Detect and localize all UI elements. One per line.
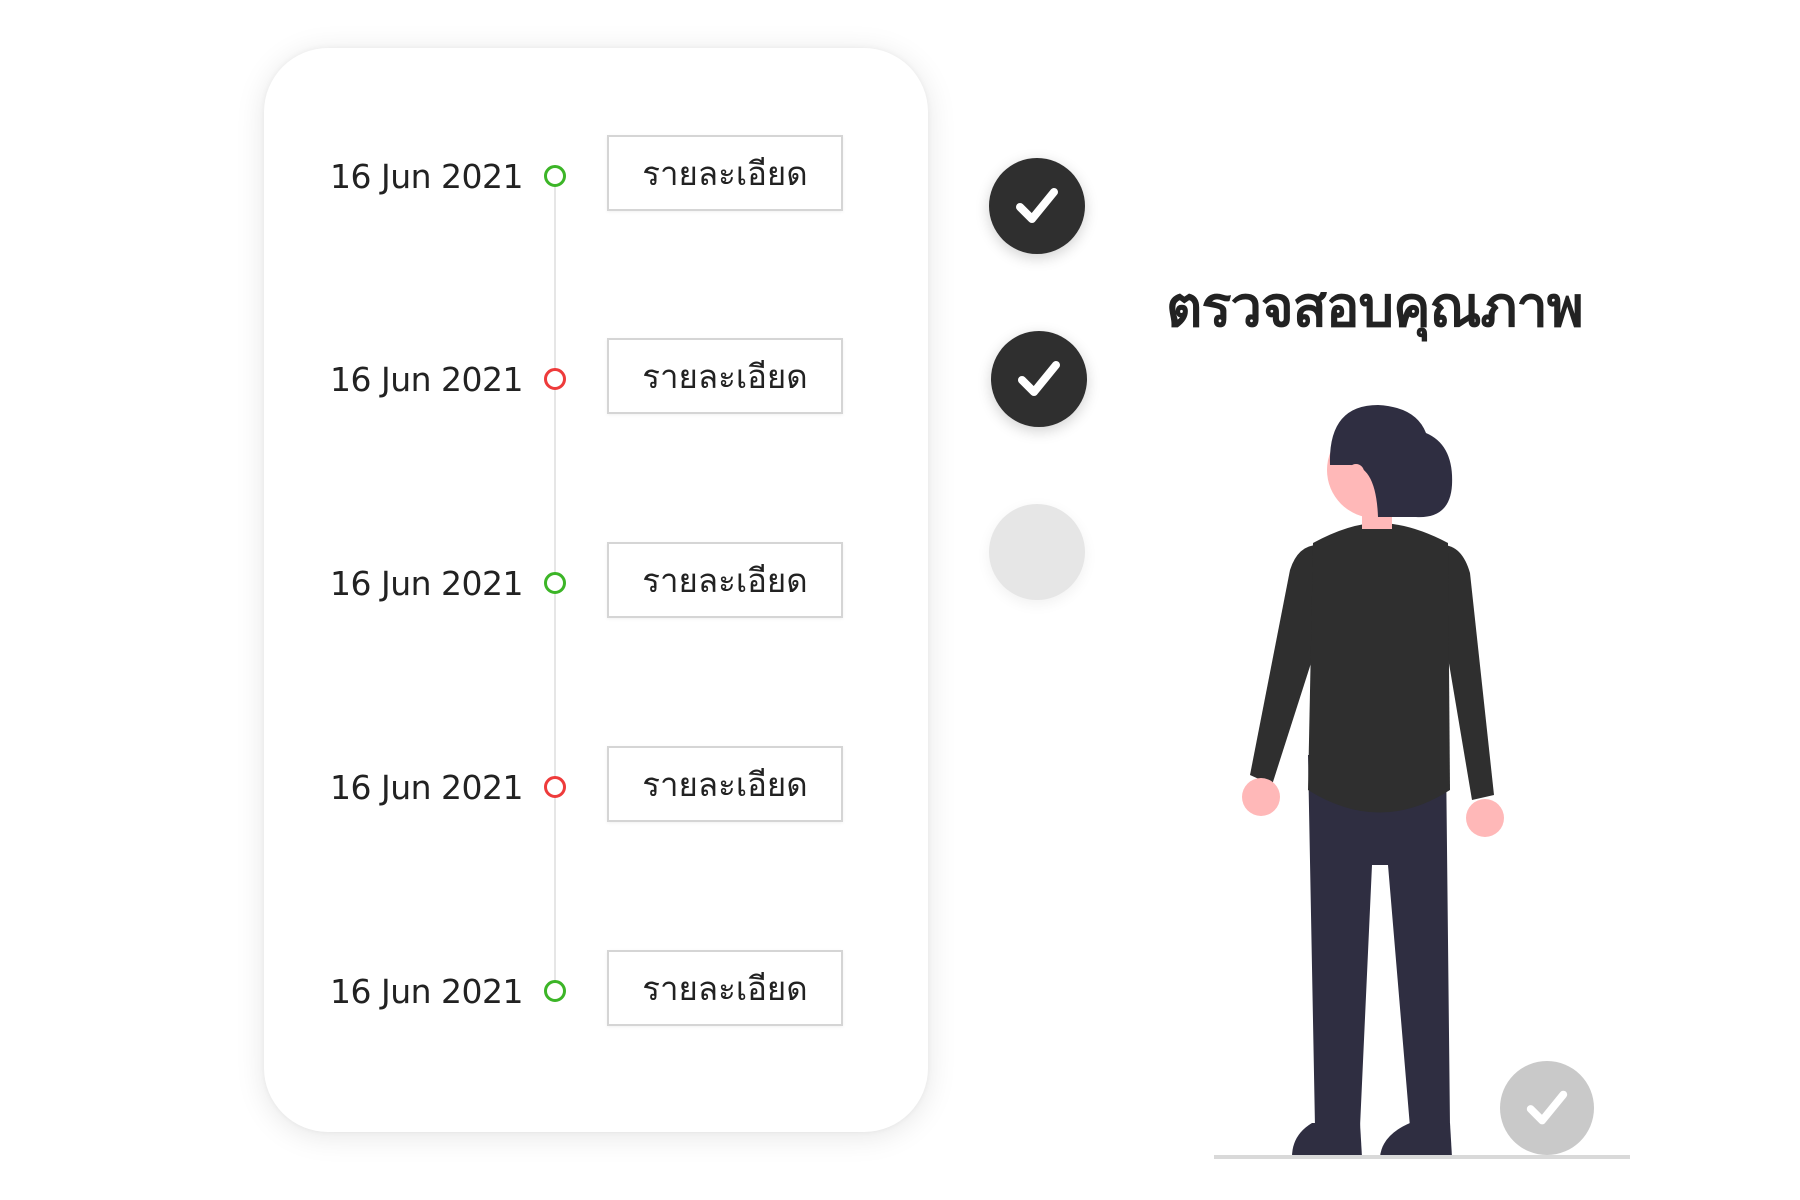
details-button[interactable]: รายละเอียด <box>607 746 843 822</box>
status-dot-green <box>544 165 566 187</box>
page-title: ตรวจสอบคุณภาพ <box>1166 275 1584 340</box>
timeline-date: 16 Jun 2021 <box>329 768 524 807</box>
status-dot-red <box>544 776 566 798</box>
status-dot-red <box>544 368 566 390</box>
ground-line <box>1214 1155 1630 1159</box>
details-button[interactable]: รายละเอียด <box>607 135 843 211</box>
check-icon <box>1016 188 1058 223</box>
status-dot-green <box>544 572 566 594</box>
person-illustration <box>1242 405 1504 1157</box>
left-hand <box>1242 778 1280 816</box>
right-hand <box>1466 799 1504 837</box>
timeline-date: 16 Jun 2021 <box>329 972 524 1011</box>
timeline-item: 16 Jun 2021 รายละเอียด <box>0 338 900 418</box>
timeline-date: 16 Jun 2021 <box>329 157 524 196</box>
check-icon <box>1526 1090 1568 1125</box>
timeline-item: 16 Jun 2021 รายละเอียด <box>0 135 900 215</box>
timeline-date: 16 Jun 2021 <box>329 360 524 399</box>
timeline-item: 16 Jun 2021 รายละเอียด <box>0 542 900 622</box>
timeline-item: 16 Jun 2021 รายละเอียด <box>0 746 900 826</box>
status-dot-green <box>544 980 566 1002</box>
checked-circle <box>989 158 1085 254</box>
details-button[interactable]: รายละเอียด <box>607 950 843 1026</box>
check-icon <box>1018 361 1060 396</box>
timeline-date: 16 Jun 2021 <box>329 564 524 603</box>
details-button[interactable]: รายละเอียด <box>607 542 843 618</box>
checked-circle <box>991 331 1087 427</box>
timeline-item: 16 Jun 2021 รายละเอียด <box>0 950 900 1030</box>
ear <box>1348 464 1364 480</box>
right-shoe <box>1380 1123 1452 1157</box>
left-shoe <box>1292 1123 1362 1157</box>
faded-checked-circle <box>1500 1061 1594 1155</box>
empty-circle <box>989 504 1085 600</box>
details-button[interactable]: รายละเอียด <box>607 338 843 414</box>
torso <box>1308 523 1450 813</box>
